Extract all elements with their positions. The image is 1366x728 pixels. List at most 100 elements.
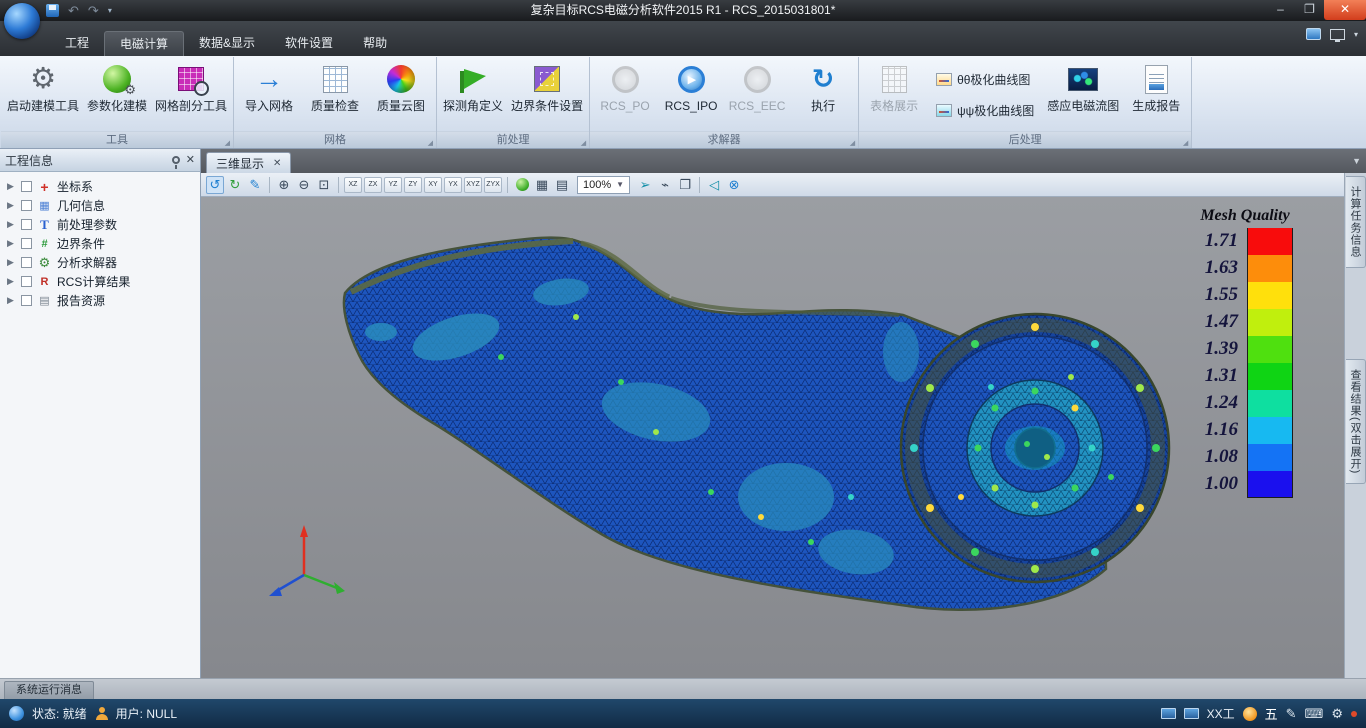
dialog-launcher-icon[interactable]: ◢ <box>428 136 433 152</box>
expand-arrow-icon[interactable]: ▶ <box>7 238 16 249</box>
tray-area: XX工 五 ✎ ⌨ ⚙ <box>1161 704 1357 723</box>
tree-item-preprocess-params[interactable]: ▶ T 前处理参数 <box>0 215 200 234</box>
menu-tab-settings[interactable]: 软件设置 <box>270 31 348 56</box>
import-mesh-button[interactable]: → 导入网格 <box>237 59 301 131</box>
tree-item-analysis-solver[interactable]: ▶ ⚙ 分析求解器 <box>0 253 200 272</box>
geometry-icon: ▦ <box>37 198 52 213</box>
close-icon[interactable]: ✕ <box>186 155 195 166</box>
expand-arrow-icon[interactable]: ▶ <box>7 276 16 287</box>
ime-logo-icon[interactable] <box>1243 707 1257 721</box>
keyboard-icon[interactable]: ⌨ <box>1305 706 1324 722</box>
legend-swatch <box>1247 471 1293 498</box>
legend-value: 1.16 <box>1185 417 1247 444</box>
view-zx-button[interactable]: ZX <box>364 177 382 193</box>
checkbox[interactable] <box>21 238 32 249</box>
close-button[interactable]: ✕ <box>1324 0 1366 20</box>
probe-pen-icon[interactable]: ⌁ <box>656 176 674 194</box>
zoom-window-icon[interactable]: ⊡ <box>315 176 333 194</box>
viewport-3d[interactable]: Mesh Quality 1.71 1.63 1.55 1.47 1.39 1.… <box>201 197 1344 678</box>
zoom-in-icon[interactable]: ⊕ <box>275 176 293 194</box>
legend-value: 1.39 <box>1185 336 1247 363</box>
menu-tab-em-compute[interactable]: 电磁计算 <box>104 31 184 56</box>
orbit-icon[interactable]: ↺ <box>206 176 224 194</box>
zoom-level-select[interactable]: 100% ▼ <box>577 176 630 194</box>
zoom-out-icon[interactable]: ⊖ <box>295 176 313 194</box>
launch-modeler-button[interactable]: ⚙ 启动建模工具 <box>4 59 82 131</box>
system-messages-tab[interactable]: 系统运行消息 <box>4 681 94 699</box>
dialog-launcher-icon[interactable]: ◢ <box>581 136 586 152</box>
sketch-icon[interactable]: ✎ <box>246 176 264 194</box>
window-preview-icon[interactable] <box>1184 708 1199 719</box>
dialog-launcher-icon[interactable]: ◢ <box>225 136 230 152</box>
menu-tab-data-display[interactable]: 数据&显示 <box>184 31 270 56</box>
execute-button[interactable]: ↻ 执行 <box>791 59 855 131</box>
brush-icon[interactable]: ✎ <box>1286 706 1297 722</box>
app-logo[interactable] <box>4 3 40 39</box>
menu-tab-help[interactable]: 帮助 <box>348 31 402 56</box>
expand-arrow-icon[interactable]: ▶ <box>7 181 16 192</box>
menu-tab-project[interactable]: 工程 <box>50 31 104 56</box>
theta-polarization-curve-button[interactable]: θθ极化曲线图 <box>931 68 1039 92</box>
side-tab-view-results[interactable]: 查看结果(双击展开) <box>1346 359 1366 484</box>
minimize-button[interactable]: – <box>1266 0 1295 20</box>
view-iso2-button[interactable]: ZYX <box>484 177 502 193</box>
view-xy-button[interactable]: XY <box>424 177 442 193</box>
tree-item-rcs-results[interactable]: ▶ R RCS计算结果 <box>0 272 200 291</box>
chevron-down-icon[interactable]: ▾ <box>1354 30 1358 39</box>
panel-toggle-icon[interactable] <box>1306 28 1321 40</box>
axis-triad <box>269 525 345 596</box>
gear-icon[interactable]: ⚙ <box>1331 706 1343 722</box>
tree-item-geometry-info[interactable]: ▶ ▦ 几何信息 <box>0 196 200 215</box>
expand-arrow-icon[interactable]: ▶ <box>7 295 16 306</box>
checkbox[interactable] <box>21 257 32 268</box>
expand-arrow-icon[interactable]: ▶ <box>7 219 16 230</box>
checkbox[interactable] <box>21 219 32 230</box>
generate-report-button[interactable]: 生成报告 <box>1124 59 1188 131</box>
layers-icon[interactable]: ❐ <box>676 176 694 194</box>
checkbox[interactable] <box>21 200 32 211</box>
mesh-partition-tool-button[interactable]: 网格剖分工具 <box>152 59 230 131</box>
shaded-view-icon[interactable] <box>513 176 531 194</box>
psi-polarization-curve-button[interactable]: ψψ极化曲线图 <box>931 99 1039 123</box>
ime-mode-indicator[interactable]: 五 <box>1265 704 1278 723</box>
tree-item-report-resources[interactable]: ▶ ▤ 报告资源 <box>0 291 200 310</box>
side-tab-task-info[interactable]: 计算任务信息 <box>1346 176 1366 268</box>
probe-angle-button[interactable]: 探测角定义 <box>440 59 506 131</box>
quality-check-button[interactable]: 质量检查 <box>303 59 367 131</box>
grid-view-icon[interactable]: ▤ <box>553 176 571 194</box>
view-iso-button[interactable]: XYZ <box>464 177 482 193</box>
tab-3d-display[interactable]: 三维显示 ✕ <box>206 152 291 173</box>
spin-icon[interactable]: ↻ <box>226 176 244 194</box>
parametric-modeling-button[interactable]: 参数化建模 <box>84 59 150 131</box>
rcs-ipo-button[interactable]: RCS_IPO <box>659 59 723 131</box>
close-icon[interactable]: ✕ <box>273 158 281 169</box>
view-yz-button[interactable]: YZ <box>384 177 402 193</box>
tab-list-dropdown-icon[interactable]: ▼ <box>1352 156 1361 166</box>
checkbox[interactable] <box>21 276 32 287</box>
stop-icon[interactable]: ⊗ <box>725 176 743 194</box>
boundary-settings-button[interactable]: 边界条件设置 <box>508 59 586 131</box>
gear-icon: ⚙ <box>30 64 56 94</box>
expand-arrow-icon[interactable]: ▶ <box>7 257 16 268</box>
tree-item-boundary-conditions[interactable]: ▶ # 边界条件 <box>0 234 200 253</box>
maximize-button[interactable]: ❐ <box>1295 0 1324 20</box>
pin-icon[interactable] <box>172 156 180 164</box>
select-icon[interactable]: ➢ <box>636 176 654 194</box>
flip-icon[interactable]: ◁ <box>705 176 723 194</box>
display-icon[interactable] <box>1330 29 1345 40</box>
dialog-launcher-icon[interactable]: ◢ <box>850 136 855 152</box>
curve-chart-icon <box>936 73 952 86</box>
tree-item-coordinate-system[interactable]: ▶ + 坐标系 <box>0 177 200 196</box>
quality-cloud-button[interactable]: 质量云图 <box>369 59 433 131</box>
induced-current-map-button[interactable]: 感应电磁流图 <box>1044 59 1122 131</box>
dialog-launcher-icon[interactable]: ◢ <box>1183 136 1188 152</box>
wireframe-view-icon[interactable]: ▦ <box>533 176 551 194</box>
checkbox[interactable] <box>21 181 32 192</box>
window-preview-icon[interactable] <box>1161 708 1176 719</box>
view-yx-button[interactable]: YX <box>444 177 462 193</box>
view-xz-button[interactable]: XZ <box>344 177 362 193</box>
legend-swatch <box>1247 363 1293 390</box>
checkbox[interactable] <box>21 295 32 306</box>
expand-arrow-icon[interactable]: ▶ <box>7 200 16 211</box>
view-zy-button[interactable]: ZY <box>404 177 422 193</box>
